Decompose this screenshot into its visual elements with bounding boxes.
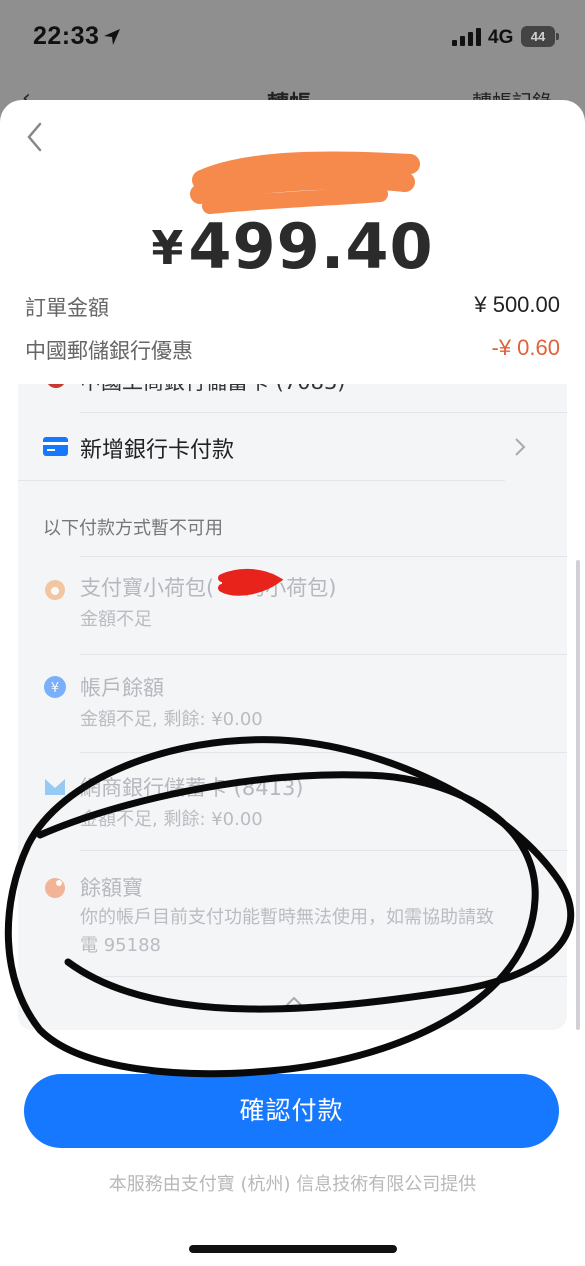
yuebao-icon	[45, 878, 65, 898]
divider	[18, 480, 505, 481]
method-icbc-card[interactable]: 中國工商銀行儲蓄卡 (7083)	[18, 384, 567, 396]
add-bank-card-button[interactable]: 新增銀行卡付款	[18, 414, 567, 480]
method-mybank-name: 網商銀行儲蓄卡 (8413)	[80, 776, 304, 800]
divider	[80, 412, 567, 413]
status-time: 22:33	[33, 22, 100, 50]
provider-footnote: 本服務由支付寶 (杭州) 信息技術有限公司提供	[108, 1174, 477, 1195]
chevron-up-icon[interactable]	[284, 996, 304, 1008]
divider	[80, 556, 567, 557]
divider	[80, 976, 567, 977]
divider	[80, 850, 567, 851]
battery-icon: 44	[521, 26, 559, 47]
payment-methods-list[interactable]: 中國工商銀行儲蓄卡 (7083) 新增銀行卡付款 以下付款方式暫不可用 支付寶小…	[18, 384, 567, 1030]
method-lotus-pouch: 支付寶小荷包(的小荷包) 金額不足	[18, 572, 567, 656]
discount-label: 中國郵儲銀行優惠	[25, 339, 193, 363]
method-mybank-status: 金額不足, 剩餘: ¥0.00	[80, 809, 263, 830]
method-yuebao-name: 餘額寶	[80, 876, 143, 900]
svg-text:¥: ¥	[51, 681, 59, 696]
method-account-balance-name: 帳戶餘額	[80, 676, 164, 700]
divider	[80, 752, 567, 753]
chevron-right-icon	[515, 438, 526, 456]
method-yuebao: 餘額寶 你的帳戶目前支付功能暫時無法使用，如需協助請致電 95188	[18, 872, 567, 982]
confirm-payment-button[interactable]: 確認付款	[24, 1074, 559, 1148]
method-lotus-pouch-name: 支付寶小荷包(的小荷包)	[80, 576, 337, 600]
list-scrollbar[interactable]	[576, 560, 580, 1030]
status-bar: 22:33 4G 44	[0, 0, 585, 80]
network-type: 4G	[488, 27, 514, 48]
order-amount-label: 訂單金額	[25, 296, 109, 320]
mybank-icon	[45, 779, 65, 795]
location-arrow-icon	[104, 29, 120, 45]
icbc-logo-icon	[46, 384, 66, 388]
cellular-signal-icon	[452, 28, 481, 46]
method-lotus-pouch-status: 金額不足	[80, 609, 152, 630]
lotus-pouch-icon	[45, 580, 65, 600]
method-account-balance-status: 金額不足, 剩餘: ¥0.00	[80, 709, 263, 730]
unavailable-section-title: 以下付款方式暫不可用	[43, 518, 223, 539]
back-chevron-icon[interactable]	[22, 118, 48, 156]
discount-value: -¥ 0.60	[491, 335, 561, 360]
method-mybank-card: 網商銀行儲蓄卡 (8413) 金額不足, 剩餘: ¥0.00	[18, 772, 567, 856]
payment-amount: ¥499.40	[0, 210, 585, 283]
amount-value: 499.40	[188, 210, 434, 283]
add-bank-card-label: 新增銀行卡付款	[80, 438, 235, 463]
method-icbc-label: 中國工商銀行儲蓄卡 (7083)	[80, 384, 346, 396]
home-indicator[interactable]	[189, 1245, 397, 1253]
order-amount-row: 訂單金額 ¥ 500.00	[25, 292, 560, 322]
amount-currency: ¥	[151, 221, 185, 275]
order-amount-value: ¥ 500.00	[474, 292, 560, 317]
discount-row: 中國郵儲銀行優惠 -¥ 0.60	[25, 335, 560, 365]
method-yuebao-status: 你的帳戶目前支付功能暫時無法使用，如需協助請致電 95188	[80, 907, 494, 956]
yen-balance-icon: ¥	[44, 676, 66, 698]
divider	[80, 654, 567, 655]
method-account-balance: ¥ 帳戶餘額 金額不足, 剩餘: ¥0.00	[18, 672, 567, 756]
bank-card-icon	[43, 437, 68, 456]
